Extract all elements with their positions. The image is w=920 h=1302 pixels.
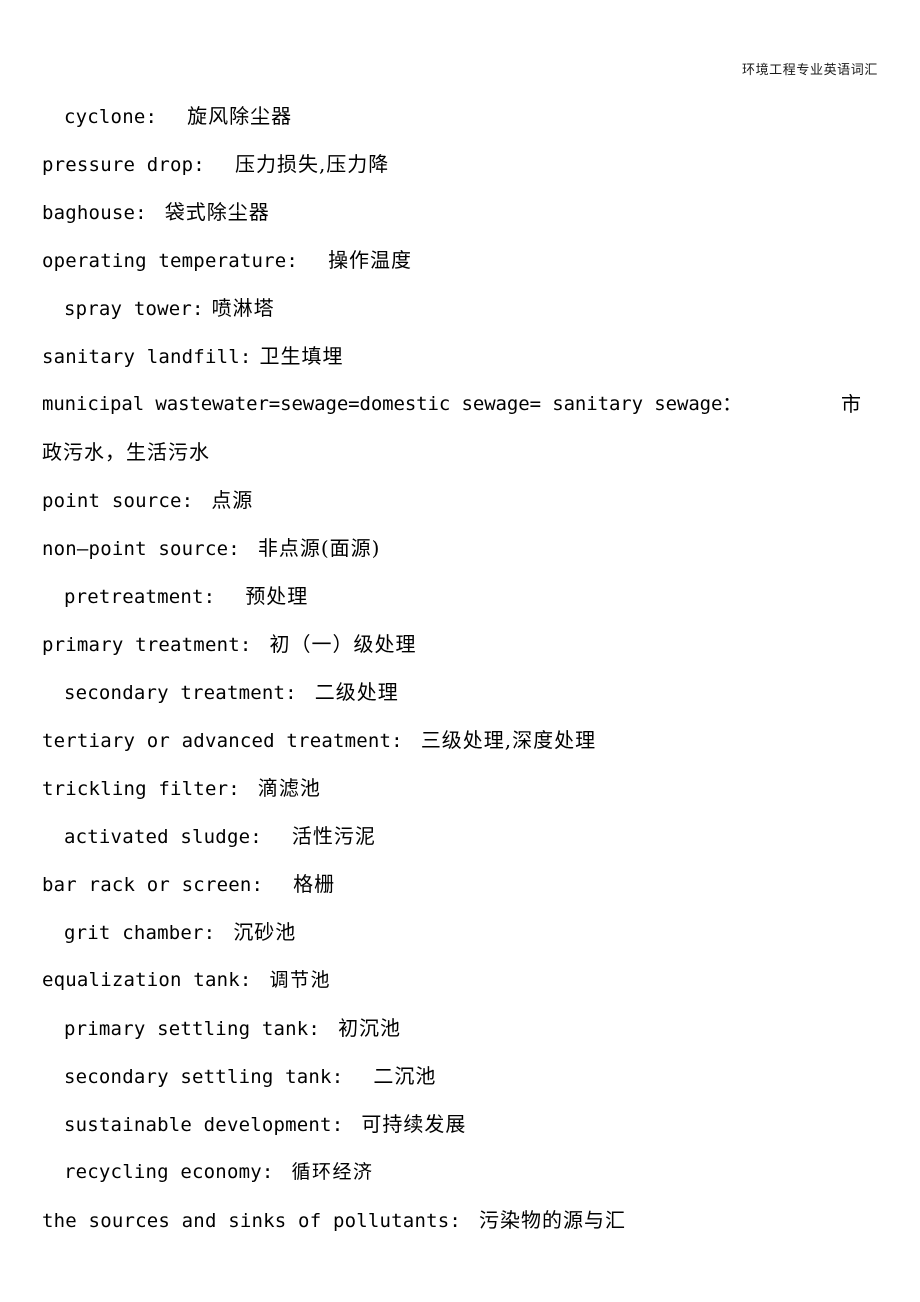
entry-term-english: non—point source:: [42, 538, 240, 560]
entry-gloss-chinese: 初沉池: [338, 1016, 402, 1040]
vocabulary-entry: pressure drop: 压力损失,压力降: [42, 140, 880, 188]
vocabulary-entry-wrapped: municipal wastewater=sewage=domestic sew…: [42, 380, 880, 428]
vocabulary-entry: sustainable development: 可持续发展: [42, 1100, 880, 1148]
entry-gloss-chinese: 初（一）级处理: [269, 632, 417, 656]
entry-gloss-chinese: 压力损失,压力降: [234, 152, 390, 176]
entry-term-english: spray tower:: [64, 298, 204, 320]
entry-term-english: the sources and sinks of pollutants:: [42, 1210, 462, 1232]
entry-gloss-chinese: 袋式除尘器: [164, 200, 270, 224]
entry-term-english: grit chamber:: [64, 922, 216, 944]
running-header-title: 环境工程专业英语词汇: [741, 63, 878, 78]
vocabulary-entry: activated sludge: 活性污泥: [42, 812, 880, 860]
entry-gloss-chinese: 二沉池: [373, 1064, 437, 1088]
entry-term-english: trickling filter:: [42, 778, 240, 800]
vocabulary-entry: spray tower: 喷淋塔: [42, 284, 880, 332]
vocabulary-entry: secondary settling tank: 二沉池: [42, 1052, 880, 1100]
vocabulary-entry: recycling economy: 循环经济: [42, 1148, 880, 1196]
entry-term-english: secondary treatment:: [64, 682, 297, 704]
vocabulary-entry: grit chamber: 沉砂池: [42, 908, 880, 956]
entry-gloss-chinese: 三级处理,深度处理: [420, 728, 597, 752]
entry-gloss-chinese: 格栅: [293, 872, 336, 896]
entry-gloss-chinese: 循环经济: [291, 1161, 374, 1183]
entry-term-english: tertiary or advanced treatment:: [42, 730, 403, 752]
vocabulary-entry: cyclone: 旋风除尘器: [42, 92, 880, 140]
entry-gloss-chinese: 卫生填埋: [259, 344, 344, 368]
vocabulary-entry: sanitary landfill: 卫生填埋: [42, 332, 880, 380]
entry-gloss-chinese: 点源: [211, 488, 254, 512]
entry-gloss-chinese-head: 市: [841, 392, 862, 416]
document-page: 环境工程专业英语词汇 cyclone: 旋风除尘器 pressure drop: 压力…: [0, 0, 920, 1302]
entry-term-english: pretreatment:: [64, 586, 216, 608]
entry-term-english: pressure drop:: [42, 154, 205, 176]
entry-term-english: operating temperature:: [42, 250, 299, 272]
entry-gloss-chinese-continued: 政污水，生活污水: [42, 440, 210, 464]
vocabulary-entry: primary settling tank: 初沉池: [42, 1004, 880, 1052]
entry-gloss-chinese: 可持续发展: [361, 1112, 467, 1136]
entry-term-english: point source:: [42, 490, 194, 512]
entry-term-english: recycling economy:: [64, 1161, 274, 1183]
entry-gloss-chinese: 二级处理: [314, 680, 399, 704]
entry-term-english: primary settling tank:: [64, 1018, 321, 1040]
entry-gloss-chinese: 预处理: [245, 584, 309, 608]
entry-term-english: sustainable development:: [64, 1114, 344, 1136]
entry-term-english: cyclone:: [64, 106, 158, 128]
entry-term-english: secondary settling tank:: [64, 1066, 344, 1088]
vocabulary-entry: primary treatment: 初（一）级处理: [42, 620, 880, 668]
vocabulary-entry-continuation: 政污水，生活污水: [42, 428, 880, 476]
entry-term-english: primary treatment:: [42, 634, 252, 656]
entry-gloss-chinese: 活性污泥: [291, 824, 376, 848]
vocabulary-entry: secondary treatment: 二级处理: [42, 668, 880, 716]
vocabulary-entry: pretreatment: 预处理: [42, 572, 880, 620]
entry-term-english: sanitary landfill:: [42, 346, 252, 368]
vocabulary-entry: trickling filter: 滴滤池: [42, 764, 880, 812]
entry-gloss-chinese: 滴滤池: [257, 776, 321, 800]
entry-term-english: municipal wastewater=sewage=domestic sew…: [42, 393, 742, 415]
entry-gloss-chinese: 操作温度: [328, 248, 413, 272]
entry-gloss-chinese: 污染物的源与汇: [479, 1208, 627, 1232]
vocabulary-entry: non—point source: 非点源(面源): [42, 524, 880, 572]
vocabulary-entry: equalization tank: 调节池: [42, 956, 880, 1004]
entry-gloss-chinese: 调节池: [269, 969, 332, 991]
entry-term-english: bar rack or screen:: [42, 874, 264, 896]
entry-gloss-chinese: 沉砂池: [233, 920, 297, 944]
vocabulary-entry: tertiary or advanced treatment: 三级处理,深度处理: [42, 716, 880, 764]
entry-term-english: activated sludge:: [64, 826, 262, 848]
vocabulary-entry: baghouse: 袋式除尘器: [42, 188, 880, 236]
entry-term-english: equalization tank:: [42, 969, 252, 991]
vocabulary-entry: operating temperature: 操作温度: [42, 236, 880, 284]
entry-gloss-chinese: 旋风除尘器: [187, 104, 293, 128]
vocabulary-entry: bar rack or screen: 格栅: [42, 860, 880, 908]
entry-gloss-chinese: 非点源(面源): [257, 536, 381, 560]
vocabulary-entry: point source: 点源: [42, 476, 880, 524]
vocabulary-entry-list: cyclone: 旋风除尘器 pressure drop: 压力损失,压力降 bagho…: [42, 92, 880, 1244]
entry-term-english: baghouse:: [42, 202, 147, 224]
vocabulary-entry: the sources and sinks of pollutants: 污染物的…: [42, 1196, 880, 1244]
entry-gloss-chinese: 喷淋塔: [211, 296, 275, 320]
